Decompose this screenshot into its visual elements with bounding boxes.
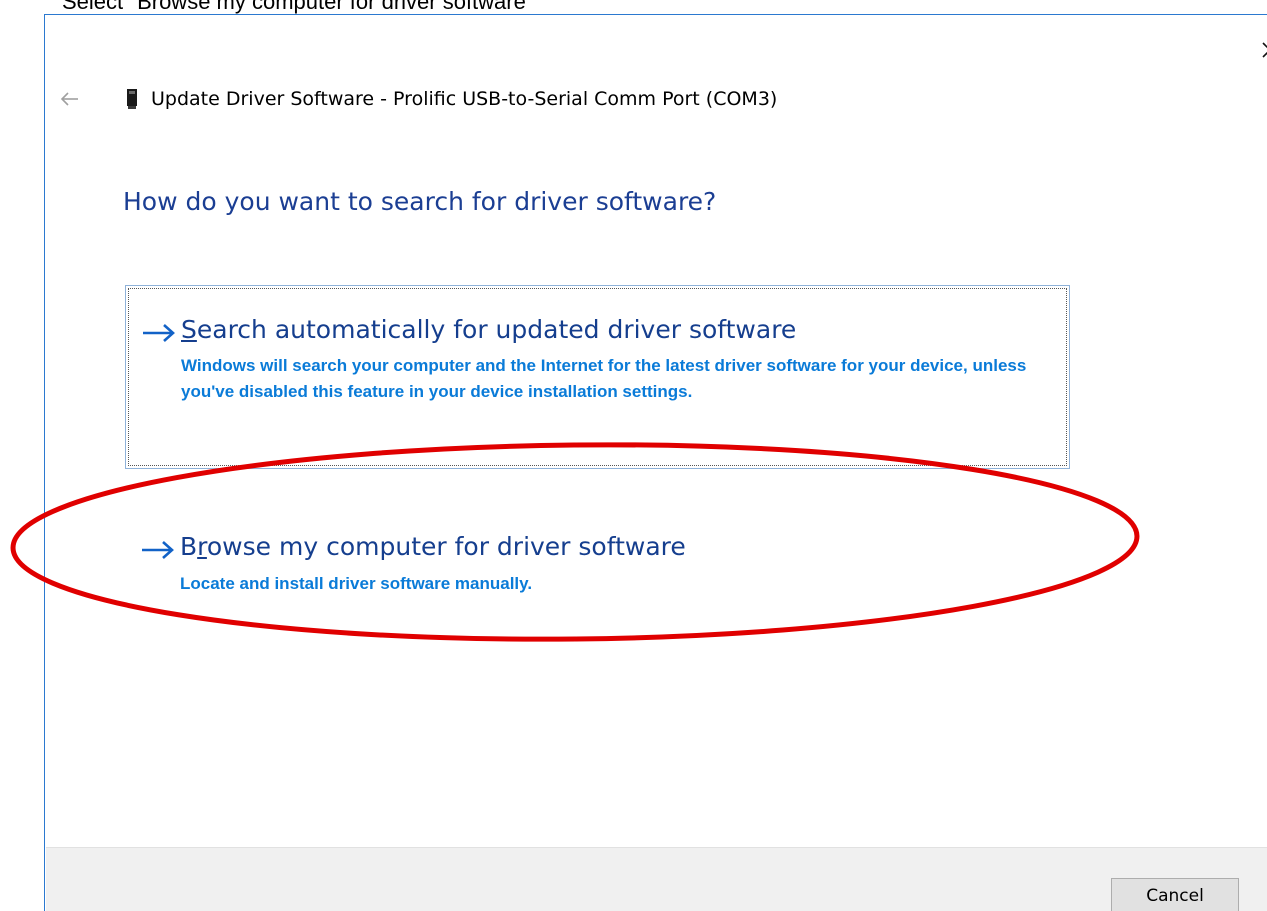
accesskey-letter: r	[197, 532, 207, 561]
back-button[interactable]	[58, 87, 82, 111]
accesskey-letter: S	[181, 315, 197, 344]
focus-ring: Search automatically for updated driver …	[128, 288, 1067, 466]
dialog-footer: Cancel	[46, 847, 1267, 911]
right-arrow-icon	[143, 324, 175, 342]
right-arrow-icon	[142, 541, 174, 559]
page-heading: How do you want to search for driver sof…	[123, 187, 717, 216]
dialog-title: Update Driver Software - Prolific USB-to…	[151, 88, 778, 110]
browse-computer-option[interactable]: Browse my computer for driver software L…	[125, 505, 1070, 615]
back-arrow-icon	[60, 92, 78, 106]
instruction-caption: Select "Browse my computer for driver so…	[62, 0, 534, 14]
update-driver-dialog: Update Driver Software - Prolific USB-to…	[44, 14, 1267, 911]
browse-computer-description: Locate and install driver software manua…	[180, 574, 533, 593]
search-automatically-description: Windows will search your computer and th…	[181, 356, 1027, 401]
browse-computer-title: Browse my computer for driver software	[180, 530, 686, 564]
option-title-text: owse my computer for driver software	[206, 532, 686, 561]
usb-device-icon	[125, 88, 139, 110]
option-title-text: earch automatically for updated driver s…	[196, 315, 797, 344]
close-button[interactable]	[1255, 35, 1267, 65]
option-title-prefix: B	[180, 532, 198, 561]
search-automatically-title: Search automatically for updated driver …	[181, 313, 796, 347]
cancel-button[interactable]: Cancel	[1111, 878, 1239, 911]
screenshot-root: Select "Browse my computer for driver so…	[0, 0, 1267, 911]
search-automatically-option[interactable]: Search automatically for updated driver …	[125, 285, 1070, 469]
close-icon	[1262, 42, 1267, 58]
